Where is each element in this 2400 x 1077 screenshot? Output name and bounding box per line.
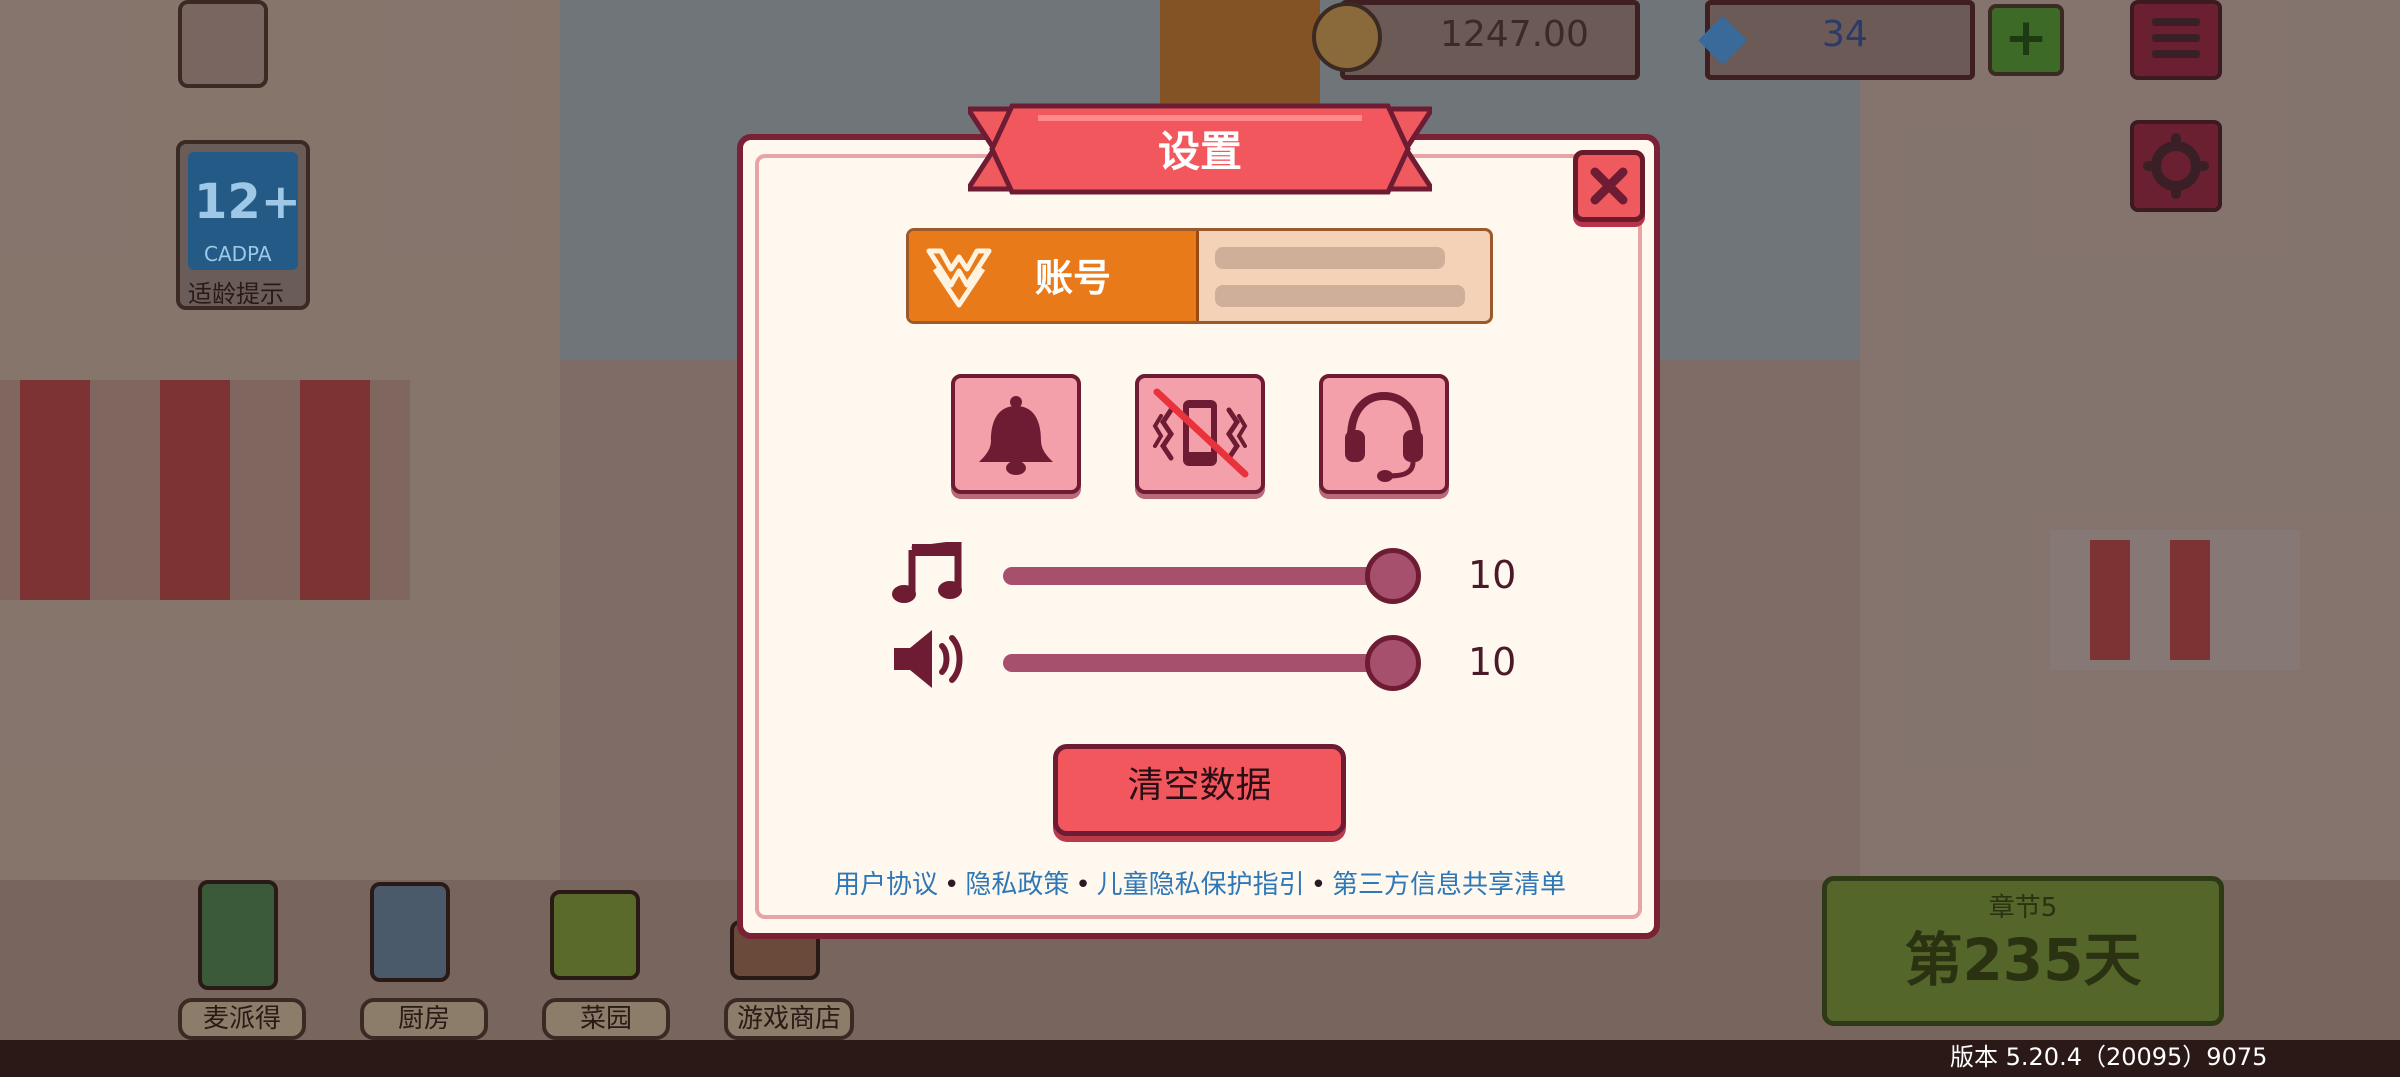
bell-icon xyxy=(979,396,1053,475)
age-rating-org: CADPA xyxy=(204,242,272,266)
sound-volume-track[interactable] xyxy=(1003,654,1413,672)
coin-icon xyxy=(1312,2,1382,72)
music-volume-value: 10 xyxy=(1468,553,1517,597)
link-separator: • xyxy=(1075,870,1091,900)
legal-links: 用户协议 • 隐私政策 • 儿童隐私保护指引 • 第三方信息共享清单 xyxy=(760,864,1640,901)
add-gems-button[interactable]: + xyxy=(1988,4,2064,76)
close-button[interactable] xyxy=(1573,150,1645,222)
version-label: 版本 5.20.4（20095）9075 xyxy=(1950,1043,2268,1071)
nav-button-kitchen[interactable]: 厨房 xyxy=(360,998,488,1040)
player-avatar[interactable] xyxy=(178,0,268,88)
vibration-icon xyxy=(1152,388,1249,478)
age-rating-number: 12+ xyxy=(194,174,302,230)
privacy-policy-link[interactable]: 隐私政策 xyxy=(965,870,1069,900)
customer-service-button[interactable] xyxy=(1319,374,1449,494)
link-separator: • xyxy=(943,870,960,900)
gem-amount: 34 xyxy=(1822,14,1868,55)
nav-button-garden[interactable]: 菜园 xyxy=(542,998,670,1040)
coin-amount: 1247.00 xyxy=(1440,14,1589,55)
menu-icon xyxy=(2152,18,2200,58)
account-button[interactable]: 账号 xyxy=(909,231,1199,321)
headset-icon xyxy=(1345,391,1423,482)
user-agreement-link[interactable]: 用户协议 xyxy=(834,870,938,900)
day-counter: 第235天 xyxy=(1904,926,2142,994)
age-rating-caption: 适龄提示 xyxy=(188,280,284,308)
age-rating-badge[interactable]: 12+ CADPA 适龄提示 xyxy=(176,140,310,310)
sound-volume-value: 10 xyxy=(1468,640,1517,684)
account-logo-icon xyxy=(926,248,992,308)
chapter-panel[interactable]: 章节5 第235天 xyxy=(1822,876,2224,1026)
clear-data-button[interactable]: 清空数据 xyxy=(1053,744,1346,836)
close-icon xyxy=(1590,167,1628,205)
account-panel: 账号 xyxy=(906,228,1493,324)
dialog-title: 设置 xyxy=(1157,127,1242,176)
gear-icon xyxy=(2143,133,2209,199)
phone-icon xyxy=(198,880,278,990)
vibration-toggle-button[interactable] xyxy=(1135,374,1265,494)
account-id-blurred xyxy=(1209,243,1479,315)
third-party-sharing-link[interactable]: 第三方信息共享清单 xyxy=(1332,870,1566,900)
music-volume-track[interactable] xyxy=(1003,567,1413,585)
plus-icon: + xyxy=(2004,8,2048,68)
speaker-icon xyxy=(894,630,963,688)
sound-volume-knob[interactable] xyxy=(1365,635,1421,691)
child-privacy-link[interactable]: 儿童隐私保护指引 xyxy=(1097,870,1305,900)
menu-button[interactable] xyxy=(2130,0,2222,80)
kitchen-icon xyxy=(370,882,450,982)
music-volume-knob[interactable] xyxy=(1365,548,1421,604)
link-separator: • xyxy=(1310,870,1327,900)
music-note-icon xyxy=(892,542,962,603)
sprout-icon xyxy=(550,890,640,980)
gem-icon: ◆ xyxy=(1698,0,1748,73)
settings-button[interactable] xyxy=(2130,120,2222,212)
nav-button-shop[interactable]: 游戏商店 xyxy=(724,998,854,1040)
account-label: 账号 xyxy=(1035,256,1112,300)
notification-toggle-button[interactable] xyxy=(951,374,1081,494)
nav-button-maipaide[interactable]: 麦派得 xyxy=(178,998,306,1040)
